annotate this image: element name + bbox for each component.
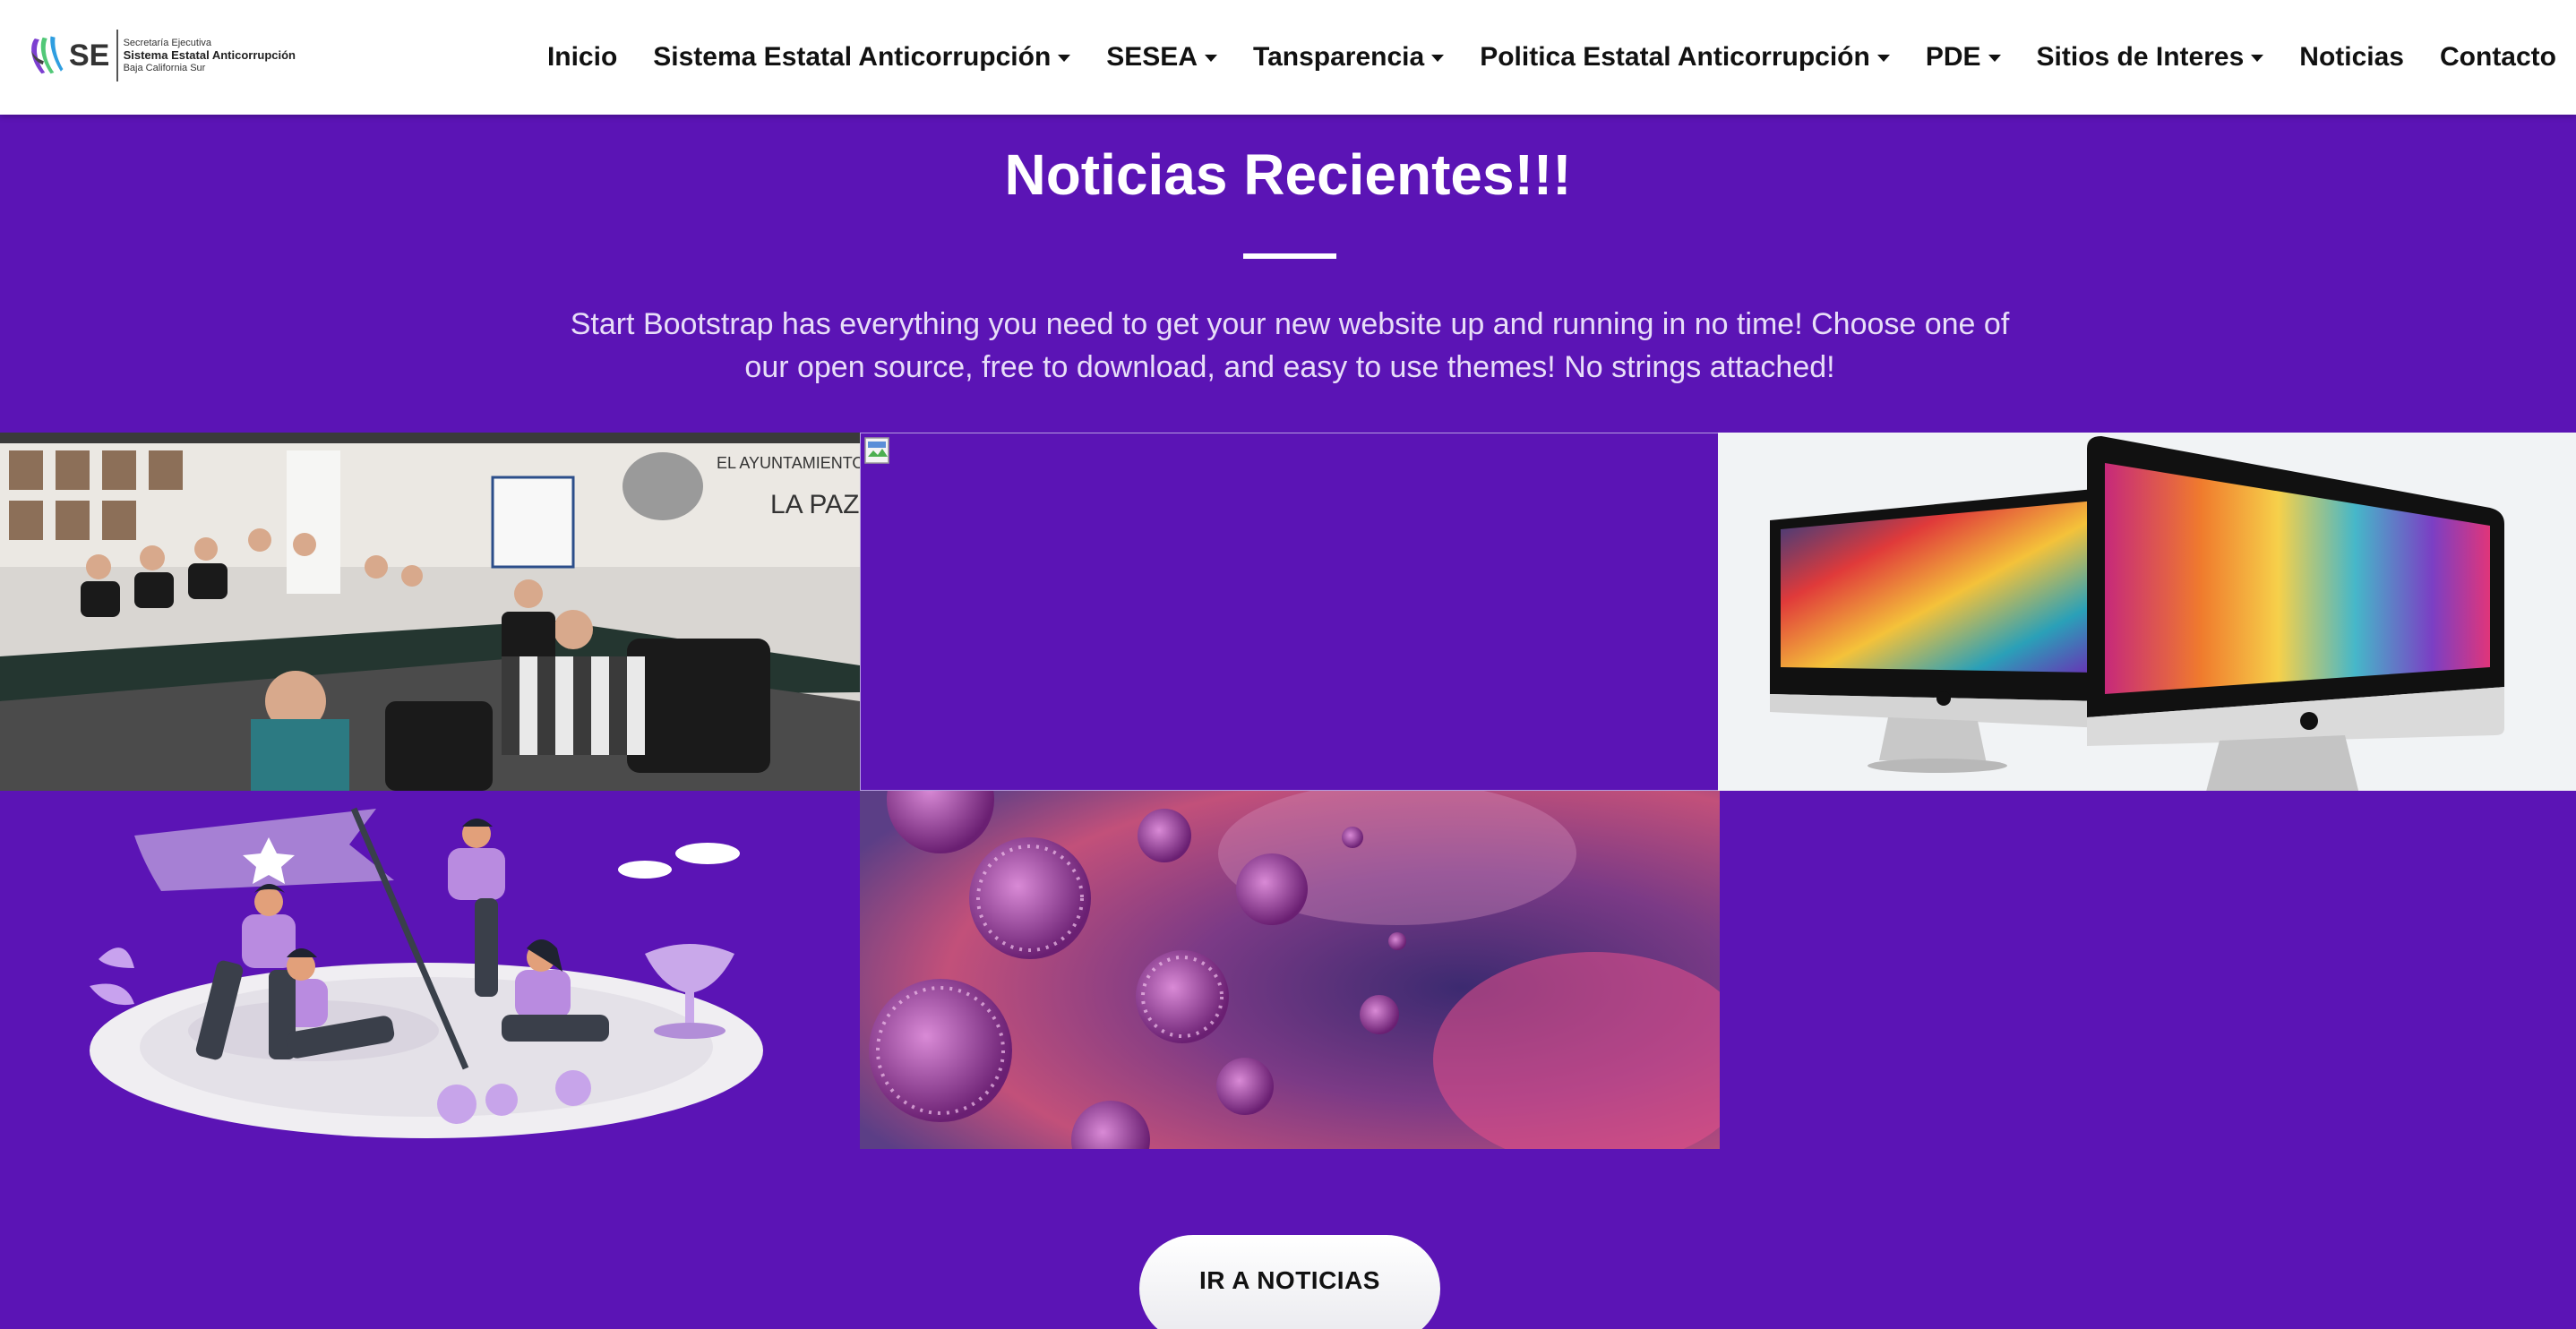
caret-down-icon	[2251, 55, 2264, 62]
caret-down-icon	[1431, 55, 1445, 62]
meeting-photo: EL AYUNTAMIENTO LA PAZ	[0, 433, 860, 791]
caret-down-icon	[1988, 55, 2001, 62]
caret-down-icon	[1058, 55, 1071, 62]
nav-item-inicio[interactable]: Inicio	[547, 42, 617, 73]
svg-text:EL AYUNTAMIENTO: EL AYUNTAMIENTO	[717, 454, 860, 472]
top-navbar: SE Secretaría Ejecutiva Sistema Estatal …	[0, 0, 2576, 115]
title-divider	[1243, 253, 1336, 259]
news-tile-broken[interactable]	[860, 433, 1720, 791]
nav-label: Noticias	[2299, 42, 2404, 72]
ir-a-noticias-button[interactable]: IR A NOTICIAS	[1139, 1235, 1440, 1329]
nav-label: Sitios de Interes	[2036, 42, 2245, 72]
nav-label: PDE	[1925, 42, 1981, 72]
news-tile-meeting[interactable]: EL AYUNTAMIENTO LA PAZ	[0, 433, 860, 791]
team-flag-illustration	[0, 791, 860, 1149]
brand-line-3: Baja California Sur	[123, 63, 206, 73]
nav-label: Tansparencia	[1253, 42, 1425, 72]
brand-divider	[116, 30, 118, 81]
nav-label: Sistema Estatal Anticorrupción	[653, 42, 1052, 72]
nav-menu: Inicio Sistema Estatal Anticorrupción SE…	[511, 0, 2556, 115]
nav-label: Contacto	[2440, 42, 2556, 72]
nav-item-politica[interactable]: Politica Estatal Anticorrupción	[1480, 42, 1890, 73]
hero-description: Start Bootstrap has everything you need …	[570, 307, 2010, 384]
nav-item-sistema-estatal[interactable]: Sistema Estatal Anticorrupción	[653, 42, 1071, 73]
brand-line-1: Secretaría Ejecutiva	[123, 38, 212, 48]
sea-bcs-logo-icon	[31, 36, 64, 74]
virus-particles-image	[860, 791, 1720, 1149]
nav-item-sitios[interactable]: Sitios de Interes	[2037, 42, 2264, 73]
nav-item-transparencia[interactable]: Tansparencia	[1253, 42, 1445, 73]
nav-item-pde[interactable]: PDE	[1926, 42, 2001, 73]
nav-item-noticias[interactable]: Noticias	[2299, 42, 2404, 73]
broken-image-icon	[864, 437, 889, 464]
brand-text: Secretaría Ejecutiva Sistema Estatal Ant…	[124, 37, 296, 74]
news-tile-virus[interactable]	[860, 791, 1720, 1149]
imac-computers-photo	[1718, 433, 2576, 791]
page-title: Noticias Recientes!!!	[1004, 142, 1572, 207]
news-tile-team-illustration[interactable]	[0, 791, 860, 1149]
brand-acronym: SE	[68, 38, 110, 73]
nav-item-sesea[interactable]: SESEA	[1106, 42, 1217, 73]
caret-down-icon	[1876, 55, 1890, 62]
caret-down-icon	[1205, 55, 1217, 62]
news-tile-imac[interactable]	[1718, 433, 2576, 791]
nav-label: Politica Estatal Anticorrupción	[1480, 42, 1870, 72]
nav-label: Inicio	[546, 42, 618, 72]
nav-item-contacto[interactable]: Contacto	[2440, 42, 2556, 73]
svg-text:LA PAZ: LA PAZ	[770, 490, 860, 519]
nav-label: SESEA	[1106, 42, 1198, 72]
brand-line-2: Sistema Estatal Anticorrupción	[123, 48, 296, 62]
brand-logo[interactable]: SE Secretaría Ejecutiva Sistema Estatal …	[27, 21, 296, 90]
